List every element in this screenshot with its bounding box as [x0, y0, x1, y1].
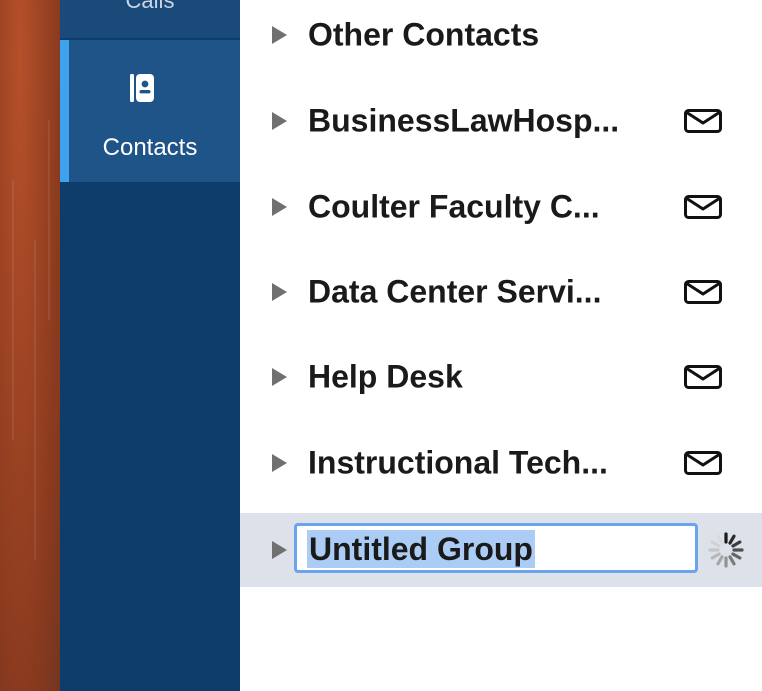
- envelope-icon[interactable]: [684, 280, 722, 304]
- disclosure-triangle-icon[interactable]: [272, 112, 287, 130]
- disclosure-triangle-icon[interactable]: [272, 454, 287, 472]
- app-sidebar: Calls Contacts: [60, 0, 240, 691]
- disclosure-triangle-icon[interactable]: [272, 541, 287, 559]
- group-row[interactable]: Instructional Tech...: [240, 428, 762, 498]
- group-row[interactable]: Coulter Faculty C...: [240, 172, 762, 242]
- group-row[interactable]: BusinessLawHosp...: [240, 86, 762, 156]
- group-row[interactable]: Help Desk: [240, 342, 762, 412]
- sidebar-item-contacts[interactable]: Contacts: [60, 40, 240, 182]
- selected-text: Untitled Group: [307, 530, 535, 568]
- envelope-icon[interactable]: [684, 195, 722, 219]
- group-name: Instructional Tech...: [308, 444, 608, 481]
- group-name-input[interactable]: Untitled Group: [294, 523, 698, 573]
- disclosure-triangle-icon[interactable]: [272, 198, 287, 216]
- group-name: Other Contacts: [308, 16, 540, 53]
- envelope-icon[interactable]: [684, 365, 722, 389]
- envelope-icon[interactable]: [684, 109, 722, 133]
- desktop-wallpaper: [0, 0, 60, 691]
- sidebar-item-label: Calls: [125, 0, 175, 13]
- disclosure-triangle-icon[interactable]: [272, 26, 287, 44]
- sidebar-item-calls[interactable]: Calls: [60, 0, 240, 38]
- group-name: Data Center Servi...: [308, 273, 602, 310]
- loading-spinner-icon: [708, 532, 744, 568]
- group-name: Coulter Faculty C...: [308, 188, 600, 225]
- envelope-icon[interactable]: [684, 451, 722, 475]
- sidebar-item-label: Contacts: [102, 134, 198, 161]
- contact-group-list: Other Contacts BusinessLawHosp... Coulte…: [240, 0, 762, 691]
- group-name: BusinessLawHosp...: [308, 102, 620, 139]
- group-row[interactable]: Data Center Servi...: [240, 257, 762, 327]
- group-row[interactable]: Other Contacts: [240, 0, 762, 70]
- contacts-book-icon: [130, 74, 154, 102]
- disclosure-triangle-icon[interactable]: [272, 283, 287, 301]
- disclosure-triangle-icon[interactable]: [272, 368, 287, 386]
- new-group-row[interactable]: Untitled Group: [240, 513, 762, 587]
- group-name: Help Desk: [308, 358, 463, 395]
- contacts-window: Calls Contacts Other Contacts BusinessLa…: [0, 0, 762, 691]
